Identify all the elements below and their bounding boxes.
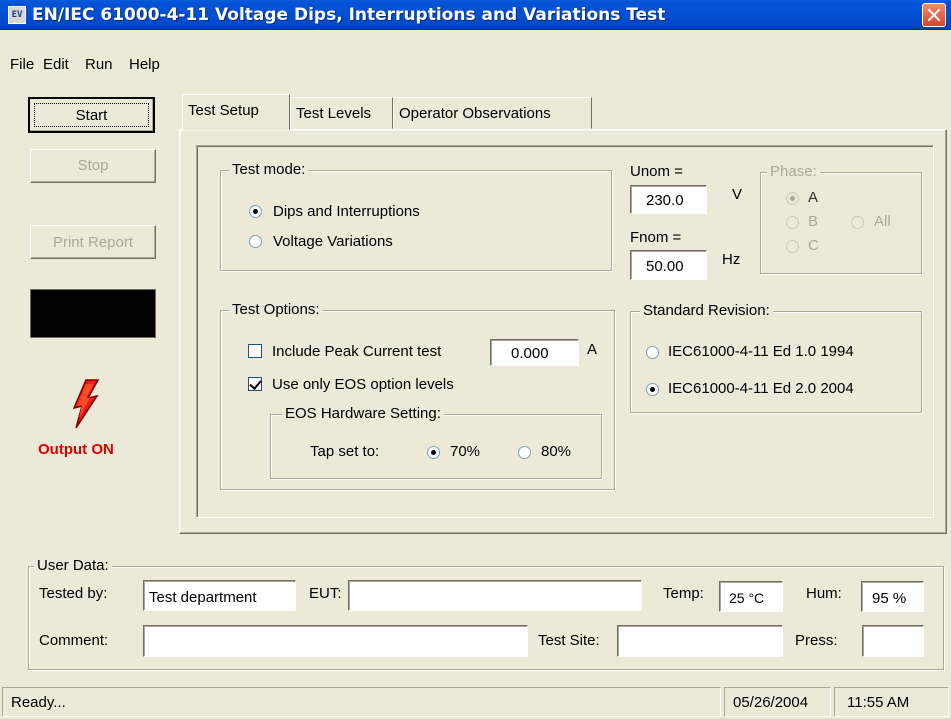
label-voltage-variations: Voltage Variations (273, 233, 393, 250)
status-date: 05/26/2004 (724, 687, 831, 717)
phase-group (760, 172, 922, 274)
tap-label: Tap set to: (310, 443, 380, 460)
label-phase-a: A (808, 189, 819, 206)
radio-dips-interruptions[interactable] (249, 205, 262, 218)
tab-test-setup[interactable]: Test Setup (182, 94, 290, 130)
radio-tap-80[interactable] (518, 446, 531, 459)
eos-hardware-title: EOS Hardware Setting: (282, 405, 444, 422)
label-tap-70: 70% (450, 443, 481, 460)
menu-edit[interactable]: Edit (43, 56, 69, 73)
user-data-title: User Data: (34, 557, 112, 574)
fnom-unit: Hz (722, 251, 741, 268)
radio-phase-all[interactable] (851, 216, 864, 229)
unom-input[interactable]: 230.0 (630, 185, 707, 214)
radio-standard-1994[interactable] (646, 346, 659, 359)
label-phase-c: C (808, 237, 819, 254)
peak-current-unit: A (587, 341, 598, 358)
tab-test-levels[interactable]: Test Levels (290, 97, 393, 129)
radio-voltage-variations[interactable] (249, 235, 262, 248)
fnom-input[interactable]: 50.00 (630, 250, 707, 280)
standard-revision-title: Standard Revision: (640, 302, 773, 319)
label-standard-2004: IEC61000-4-11 Ed 2.0 2004 (668, 380, 854, 397)
radio-phase-b[interactable] (786, 216, 799, 229)
unom-label: Unom = (630, 163, 683, 180)
comment-input[interactable] (143, 625, 528, 657)
comment-label: Comment: (39, 632, 109, 649)
start-button-label: Start (75, 107, 108, 124)
lightning-icon (72, 379, 100, 429)
output-status: Output ON (38, 441, 114, 458)
app-icon: EV (8, 6, 26, 24)
tab-operator-observations[interactable]: Operator Observations (393, 97, 592, 129)
test-site-label: Test Site: (538, 632, 600, 649)
unom-unit: V (732, 186, 743, 203)
test-mode-title: Test mode: (229, 161, 309, 178)
temp-input[interactable]: 25 °C (719, 581, 783, 612)
checkbox-eos-levels[interactable] (248, 377, 262, 391)
label-dips-interruptions: Dips and Interruptions (273, 203, 420, 220)
radio-phase-a[interactable] (786, 192, 799, 205)
fnom-label: Fnom = (630, 229, 682, 246)
standard-revision-group (630, 311, 922, 413)
label-phase-b: B (808, 213, 819, 230)
status-time: 11:55 AM (834, 687, 949, 717)
output-display (30, 289, 156, 338)
menu-file[interactable]: File (10, 56, 34, 73)
press-label: Press: (795, 632, 838, 649)
status-message: Ready... (2, 687, 721, 717)
radio-standard-2004[interactable] (646, 383, 659, 396)
test-mode-group (220, 170, 612, 271)
temp-label: Temp: (663, 585, 704, 602)
menu-help[interactable]: Help (129, 56, 160, 73)
tested-by-input[interactable]: Test department (143, 580, 296, 611)
close-button[interactable] (922, 3, 946, 27)
phase-title: Phase: (767, 163, 820, 180)
label-tap-80: 80% (541, 443, 572, 460)
radio-tap-70[interactable] (427, 446, 440, 459)
hum-input[interactable]: 95 % (861, 581, 924, 612)
press-input[interactable] (862, 625, 924, 657)
print-report-button[interactable]: Print Report (30, 225, 156, 259)
tested-by-label: Tested by: (39, 585, 108, 602)
test-options-title: Test Options: (229, 301, 323, 318)
menu-run[interactable]: Run (85, 56, 113, 73)
start-button[interactable]: Start (28, 97, 155, 133)
eut-input[interactable] (348, 580, 642, 611)
title-bar[interactable]: EV EN/IEC 61000-4-11 Voltage Dips, Inter… (0, 0, 951, 30)
test-site-input[interactable] (617, 625, 783, 657)
label-phase-all: All (874, 213, 891, 230)
stop-button[interactable]: Stop (30, 149, 156, 183)
label-standard-1994: IEC61000-4-11 Ed 1.0 1994 (668, 343, 854, 360)
label-peak-current: Include Peak Current test (272, 343, 442, 360)
radio-phase-c[interactable] (786, 240, 799, 253)
checkbox-peak-current[interactable] (248, 344, 262, 358)
window-title: EN/IEC 61000-4-11 Voltage Dips, Interrup… (32, 5, 666, 25)
eut-label: EUT: (309, 585, 342, 602)
peak-current-input[interactable]: 0.000 (490, 339, 579, 366)
hum-label: Hum: (806, 585, 842, 602)
label-eos-levels: Use only EOS option levels (272, 376, 454, 393)
